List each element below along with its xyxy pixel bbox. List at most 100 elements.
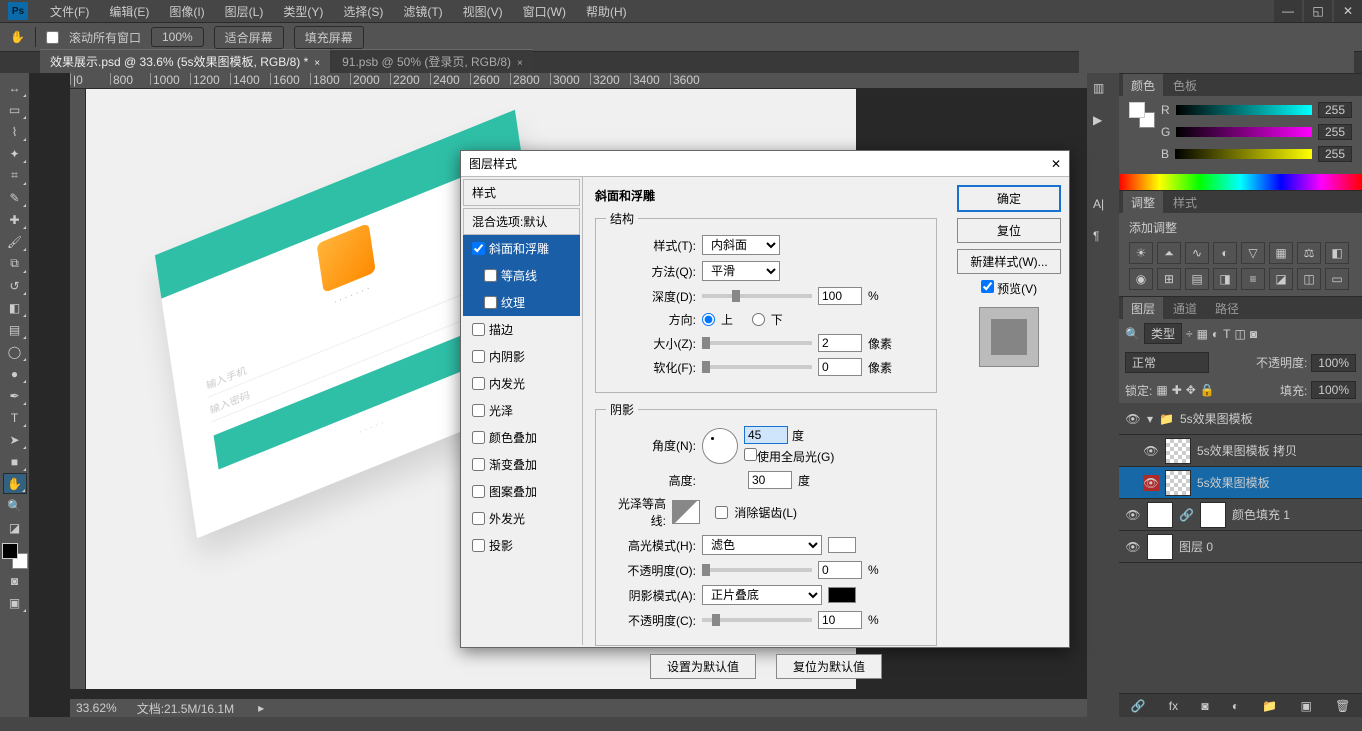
play-icon[interactable]: ▶ <box>1093 113 1113 133</box>
menu-view[interactable]: 视图(V) <box>453 1 513 22</box>
reset-default-button[interactable]: 复位为默认值 <box>776 654 882 679</box>
lock-pixel-icon[interactable]: ✥ <box>1186 383 1196 397</box>
shadow-mode-select[interactable]: 正片叠底 <box>702 585 822 605</box>
zoom-readout[interactable]: 33.62% <box>76 701 117 715</box>
inner-shadow-item[interactable]: 内阴影 <box>463 343 580 370</box>
adj-photo-icon[interactable]: ◉ <box>1129 268 1153 290</box>
minimize-icon[interactable]: — <box>1274 0 1302 22</box>
b-slider[interactable] <box>1175 149 1312 159</box>
adj-exposure-icon[interactable]: ◐ <box>1213 242 1237 264</box>
highlight-mode-select[interactable]: 滤色 <box>702 535 822 555</box>
fill-adj-icon[interactable]: ◐ <box>1232 699 1239 713</box>
layer-row[interactable]: 👁🔗颜色填充 1 <box>1119 499 1362 531</box>
blur-tool-icon[interactable]: ◯ <box>3 341 27 362</box>
size-slider[interactable] <box>702 341 812 345</box>
outer-glow-item[interactable]: 外发光 <box>463 505 580 532</box>
menu-window[interactable]: 窗口(W) <box>513 1 576 22</box>
pat-overlay-item[interactable]: 图案叠加 <box>463 478 580 505</box>
fill-field[interactable]: 100% <box>1311 381 1356 399</box>
zoom-tool-icon[interactable]: 🔍 <box>3 495 27 516</box>
chevron-right-icon[interactable]: ▸ <box>258 701 264 715</box>
ok-button[interactable]: 确定 <box>957 185 1061 212</box>
para-panel-icon[interactable]: ¶ <box>1093 229 1113 249</box>
heal-tool-icon[interactable]: ✚ <box>3 209 27 230</box>
layer-row[interactable]: 👁图层 0 <box>1119 531 1362 563</box>
visibility-icon[interactable]: 👁 <box>1125 411 1141 427</box>
texture-item[interactable]: 纹理 <box>463 289 580 316</box>
menu-filter[interactable]: 滤镜(T) <box>393 1 452 22</box>
type-tool-icon[interactable]: T <box>3 407 27 428</box>
shape-tool-icon[interactable]: ■ <box>3 451 27 472</box>
make-default-button[interactable]: 设置为默认值 <box>650 654 756 679</box>
adj-invert-icon[interactable]: ◨ <box>1213 268 1237 290</box>
depth-slider[interactable] <box>702 294 812 298</box>
dir-up-radio[interactable] <box>702 313 715 326</box>
visibility-icon[interactable]: 👁 <box>1143 443 1159 459</box>
marquee-tool-icon[interactable]: ▭ <box>3 99 27 120</box>
gloss-contour[interactable] <box>672 500 700 524</box>
hand-tool-icon[interactable]: ✋ <box>3 473 27 494</box>
soften-slider[interactable] <box>702 365 812 369</box>
adj-vibrance-icon[interactable]: ▽ <box>1241 242 1265 264</box>
path-select-icon[interactable]: ➤ <box>3 429 27 450</box>
tab-color[interactable]: 颜色 <box>1123 74 1163 97</box>
adj-bw-icon[interactable]: ◧ <box>1325 242 1349 264</box>
doc-tab-1[interactable]: 效果展示.psd @ 33.6% (5s效果图模板, RGB/8) *× <box>40 49 330 73</box>
quickmask-icon[interactable]: ◙ <box>3 570 27 591</box>
tab-adjust[interactable]: 调整 <box>1123 191 1163 214</box>
altitude-input[interactable] <box>748 471 792 489</box>
folder-toggle-icon[interactable]: ▾ <box>1147 412 1153 426</box>
highlight-color[interactable] <box>828 537 856 553</box>
angle-dial[interactable] <box>702 428 738 464</box>
styles-header[interactable]: 样式 <box>463 179 580 206</box>
b-value[interactable]: 255 <box>1318 146 1352 162</box>
size-input[interactable] <box>818 334 862 352</box>
visibility-icon[interactable]: 👁 <box>1125 539 1141 555</box>
stroke-item[interactable]: 描边 <box>463 316 580 343</box>
lock-icon[interactable]: 🔒 <box>1200 383 1215 397</box>
menu-image[interactable]: 图像(I) <box>159 1 214 22</box>
pen-tool-icon[interactable]: ✒ <box>3 385 27 406</box>
doc-tab-2[interactable]: 91.psb @ 50% (登录页, RGB/8)× <box>332 49 533 73</box>
r-value[interactable]: 255 <box>1318 102 1352 118</box>
global-light-checkbox[interactable] <box>744 448 757 461</box>
color-overlay-item[interactable]: 颜色叠加 <box>463 424 580 451</box>
gradient-tool-icon[interactable]: ▤ <box>3 319 27 340</box>
tab-close-icon[interactable]: × <box>517 58 523 69</box>
lock-all-icon[interactable]: ▦ <box>1156 383 1167 397</box>
new-style-button[interactable]: 新建样式(W)... <box>957 249 1061 274</box>
zoom-readout[interactable]: 100% <box>151 27 204 47</box>
fx-icon[interactable]: fx <box>1169 699 1178 713</box>
adj-mixer-icon[interactable]: ⊞ <box>1157 268 1181 290</box>
mask-icon[interactable]: ◙ <box>1201 699 1208 713</box>
menu-edit[interactable]: 编辑(E) <box>99 1 159 22</box>
fill-screen-button[interactable]: 填充屏幕 <box>294 26 364 49</box>
tab-layers[interactable]: 图层 <box>1123 297 1163 320</box>
g-value[interactable]: 255 <box>1318 124 1352 140</box>
technique-select[interactable]: 平滑 <box>702 261 780 281</box>
style-select[interactable]: 内斜面 <box>702 235 780 255</box>
trash-icon[interactable]: 🗑 <box>1335 699 1350 713</box>
filter-img-icon[interactable]: ▦ <box>1197 327 1208 341</box>
menu-layer[interactable]: 图层(L) <box>215 1 274 22</box>
maximize-icon[interactable]: ◱ <box>1304 0 1332 22</box>
hl-opacity-slider[interactable] <box>702 568 812 572</box>
soften-input[interactable] <box>818 358 862 376</box>
adj-gradmap-icon[interactable]: ▭ <box>1325 268 1349 290</box>
opacity-field[interactable]: 100% <box>1311 354 1356 372</box>
screenmode-icon[interactable]: ▣ <box>3 592 27 613</box>
grad-overlay-item[interactable]: 渐变叠加 <box>463 451 580 478</box>
brush-tool-icon[interactable]: 🖌 <box>3 231 27 252</box>
tab-swatches[interactable]: 色板 <box>1165 74 1205 97</box>
visibility-icon[interactable]: 👁 <box>1143 475 1159 491</box>
fg-bg-swatch[interactable] <box>2 543 28 569</box>
sh-opacity-input[interactable] <box>818 611 862 629</box>
preview-checkbox[interactable] <box>981 280 994 293</box>
visibility-icon[interactable]: 👁 <box>1125 507 1141 523</box>
tab-paths[interactable]: 路径 <box>1207 297 1247 320</box>
g-slider[interactable] <box>1176 127 1312 137</box>
close-icon[interactable]: ✕ <box>1334 0 1362 22</box>
sh-opacity-slider[interactable] <box>702 618 812 622</box>
eyedropper-tool-icon[interactable]: ✎ <box>3 187 27 208</box>
stamp-tool-icon[interactable]: ⧉ <box>3 253 27 274</box>
